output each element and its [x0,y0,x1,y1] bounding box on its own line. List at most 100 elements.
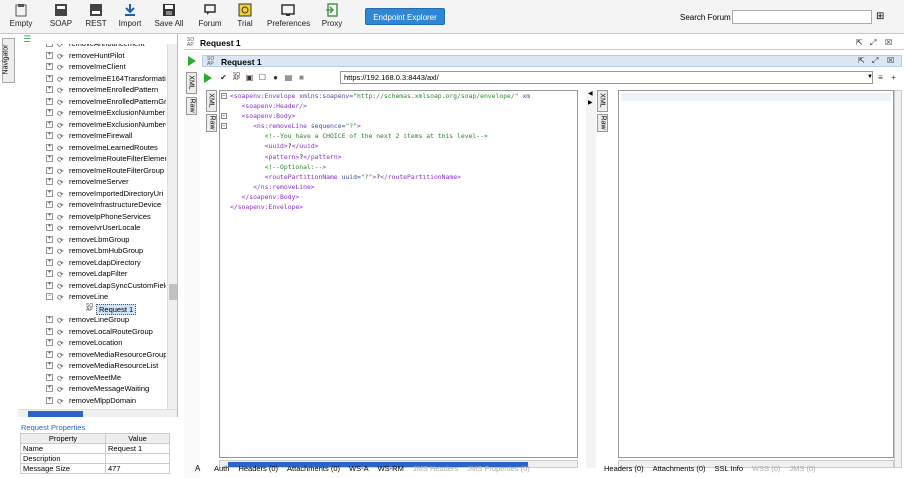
collapse-icon[interactable]: − [46,293,53,300]
xml-request-tab[interactable]: XML [206,90,217,112]
tree-item-operation[interactable]: + ⟳ removeIvrUserLocale [18,222,166,234]
tree-item-operation[interactable]: + ⟳ removeImeServer [18,176,166,188]
empty-button[interactable]: Empty [8,2,34,32]
tree-item-operation[interactable]: + ⟳ removeLdapDirectory [18,257,166,269]
tab-wss-0[interactable]: WSS (0) [752,464,780,473]
expand-icon[interactable]: + [46,247,53,254]
user-auth-icon[interactable]: ● [271,73,280,82]
raw-response-tab[interactable]: Raw [597,114,608,132]
proxy-button[interactable]: Proxy [321,2,343,32]
xml-response-tab[interactable]: XML [597,90,608,112]
expand-icon[interactable]: + [46,97,53,105]
format-icon[interactable]: ▣ [245,73,254,82]
tree-item-operation[interactable]: + ⟳ removeImeE164Transformation [18,73,166,85]
close-icon[interactable]: ☒ [887,56,894,65]
raw-request-tab[interactable]: Raw [206,114,217,132]
tree-item-operation[interactable]: + ⟳ removeLineGroup [18,314,166,326]
expand-icon[interactable]: + [46,86,53,93]
tree-item-operation[interactable]: + ⟳ removeLocation [18,337,166,349]
forum-button[interactable]: Forum [197,2,223,32]
tab-ws-rm[interactable]: WS-RM [378,464,404,473]
endpoint-url-field[interactable]: https://192.168.0.3:8443/axl/ [340,71,873,84]
tree-item-operation[interactable]: + ⟳ removeLocalRouteGroup [18,326,166,338]
tab-auth[interactable]: Auth [214,464,229,473]
maximize-icon[interactable]: ⤢ [870,38,876,48]
fold-toggle[interactable]: − [221,123,227,129]
expand-icon[interactable]: + [46,109,53,116]
expand-icon[interactable]: + [46,270,53,277]
binoculars-icon[interactable]: ⊞ [876,11,884,22]
preferences-button[interactable]: Preferences [267,2,310,32]
expand-icon[interactable]: + [46,120,53,128]
rest-button[interactable]: REST [84,2,108,32]
submit-request-icon[interactable] [204,73,212,83]
xml-response-viewer[interactable] [618,90,894,458]
endpoint-explorer-button[interactable]: Endpoint Explorer [365,8,445,25]
expand-icon[interactable]: + [46,281,53,289]
expand-icon[interactable]: + [46,155,53,162]
expand-icon[interactable]: + [46,143,53,151]
tree-item-operation[interactable]: + ⟳ removeLbmHubGroup [18,245,166,257]
tree-item-operation[interactable]: + ⟳ removeIpPhoneServices [18,211,166,223]
navigator-tab[interactable]: Navigator [2,38,15,83]
detach-icon[interactable]: ⇱ [858,56,865,65]
tree-item-operation[interactable]: + ⟳ removeImportedDirectoryUri [18,188,166,200]
raw-outer-tab[interactable]: Raw [186,97,197,115]
trial-button[interactable]: Trial [235,2,255,32]
search-forum-input[interactable] [732,10,872,24]
expand-icon[interactable]: + [46,339,53,346]
expand-icon[interactable]: + [46,350,53,358]
tree-item-operation[interactable]: + ⟳ removeLdapFilter [18,268,166,280]
fold-toggle[interactable]: − [221,93,227,99]
navigator-vertical-scrollbar[interactable] [167,44,177,410]
tab-ssl-info[interactable]: SSL Info [715,464,744,473]
tree-item-operation[interactable]: + ⟳ removeImeExclusionNumber [18,107,166,119]
expand-icon[interactable]: + [46,178,53,185]
tab-ws-a[interactable]: WS-A [349,464,369,473]
xml-outer-tab[interactable]: XML [186,72,197,94]
run-icon[interactable] [188,56,196,66]
expand-icon[interactable]: + [46,212,53,220]
tree-item-operation[interactable]: + ⟳ removeHuntPilot [18,50,166,62]
close-icon[interactable]: ☒ [885,38,892,47]
maximize-icon[interactable]: ⤢ [872,56,878,66]
expand-icon[interactable]: + [46,316,53,323]
expand-icon[interactable]: + [46,235,53,243]
tab-attachments-0[interactable]: Attachments (0) [287,464,340,473]
tab-attachments-0[interactable]: Attachments (0) [653,464,706,473]
tree-item-operation[interactable]: + ⟳ removeLbmGroup [18,234,166,246]
tree-item-operation[interactable]: + ⟳ removeImeClient [18,61,166,73]
table-row[interactable]: Message Size 477 [19,463,170,474]
expand-icon[interactable]: + [46,362,53,369]
expand-icon[interactable]: + [46,201,53,208]
expand-icon[interactable]: + [46,385,53,392]
tab-jms-headers[interactable]: JMS Headers [413,464,458,473]
expand-icon[interactable]: + [46,132,53,139]
detach-icon[interactable]: ⇱ [856,38,863,47]
tree-item-operation[interactable]: − ⟳ removeLine [18,291,166,303]
request-response-splitter[interactable]: ◀ ▶ [586,90,596,468]
collapse-right-icon[interactable]: ▶ [588,99,593,106]
tab-headers-0[interactable]: Headers (0) [604,464,644,473]
tree-item-operation[interactable]: +⟳removeImeEnrolledPatternGroup [18,96,166,108]
expand-icon[interactable]: + [46,189,53,197]
tab-jms-properties-0[interactable]: JMS Properties (0) [467,464,530,473]
tree-item-operation[interactable]: + ⟳ removeLdapSyncCustomField [18,280,166,292]
fold-toggle[interactable]: − [221,113,227,119]
chevron-down-icon[interactable]: ▼ [866,72,874,83]
tree-item-request[interactable]: SO AP Request 1 [18,303,166,315]
tree-item-operation[interactable]: + ⟳ removeImeLearnedRoutes [18,142,166,154]
table-row[interactable]: Description [19,453,170,464]
tree-item-operation[interactable]: + ⟳ removeImeEnrolledPattern [18,84,166,96]
add-ws-addressing-icon[interactable]: ✔ [219,73,228,82]
tree-item-operation[interactable]: + ⟳ removeImeRouteFilterElement [18,153,166,165]
expand-icon[interactable]: + [46,44,53,47]
tab-jms-0[interactable]: JMS (0) [789,464,815,473]
expand-icon[interactable]: + [46,166,53,174]
tree-item-operation[interactable]: + ⟳ removeMessageWaiting [18,383,166,395]
settings-icon[interactable]: ▤ [284,73,293,82]
xml-request-editor[interactable]: − − − <soapenv:Envelope xmlns:soapenv="h… [219,90,578,458]
tree-item-operation[interactable]: + ⟳ removeMediaResourceGroup [18,349,166,361]
soap-icon[interactable]: SO AP [232,73,241,82]
expand-icon[interactable]: + [46,258,53,266]
